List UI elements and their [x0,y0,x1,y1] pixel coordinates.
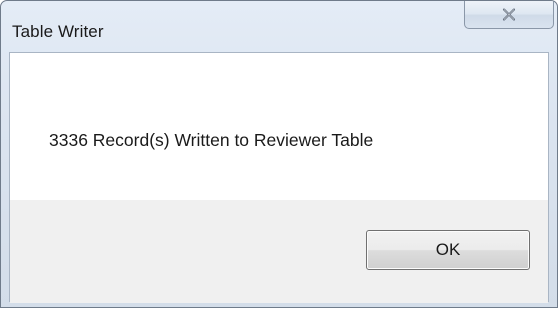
dialog-client-area: 3336 Record(s) Written to Reviewer Table… [9,52,549,303]
window-title: Table Writer [12,22,104,41]
message-area: 3336 Record(s) Written to Reviewer Table [10,53,548,200]
button-bar: OK [10,200,548,303]
dialog-window: Table Writer 3336 Record(s) Written to R… [0,0,558,308]
title-bar[interactable]: Table Writer [1,1,557,51]
close-button[interactable] [464,1,554,29]
message-text: 3336 Record(s) Written to Reviewer Table [49,130,374,150]
ok-button[interactable]: OK [366,230,530,270]
close-icon [502,8,516,21]
